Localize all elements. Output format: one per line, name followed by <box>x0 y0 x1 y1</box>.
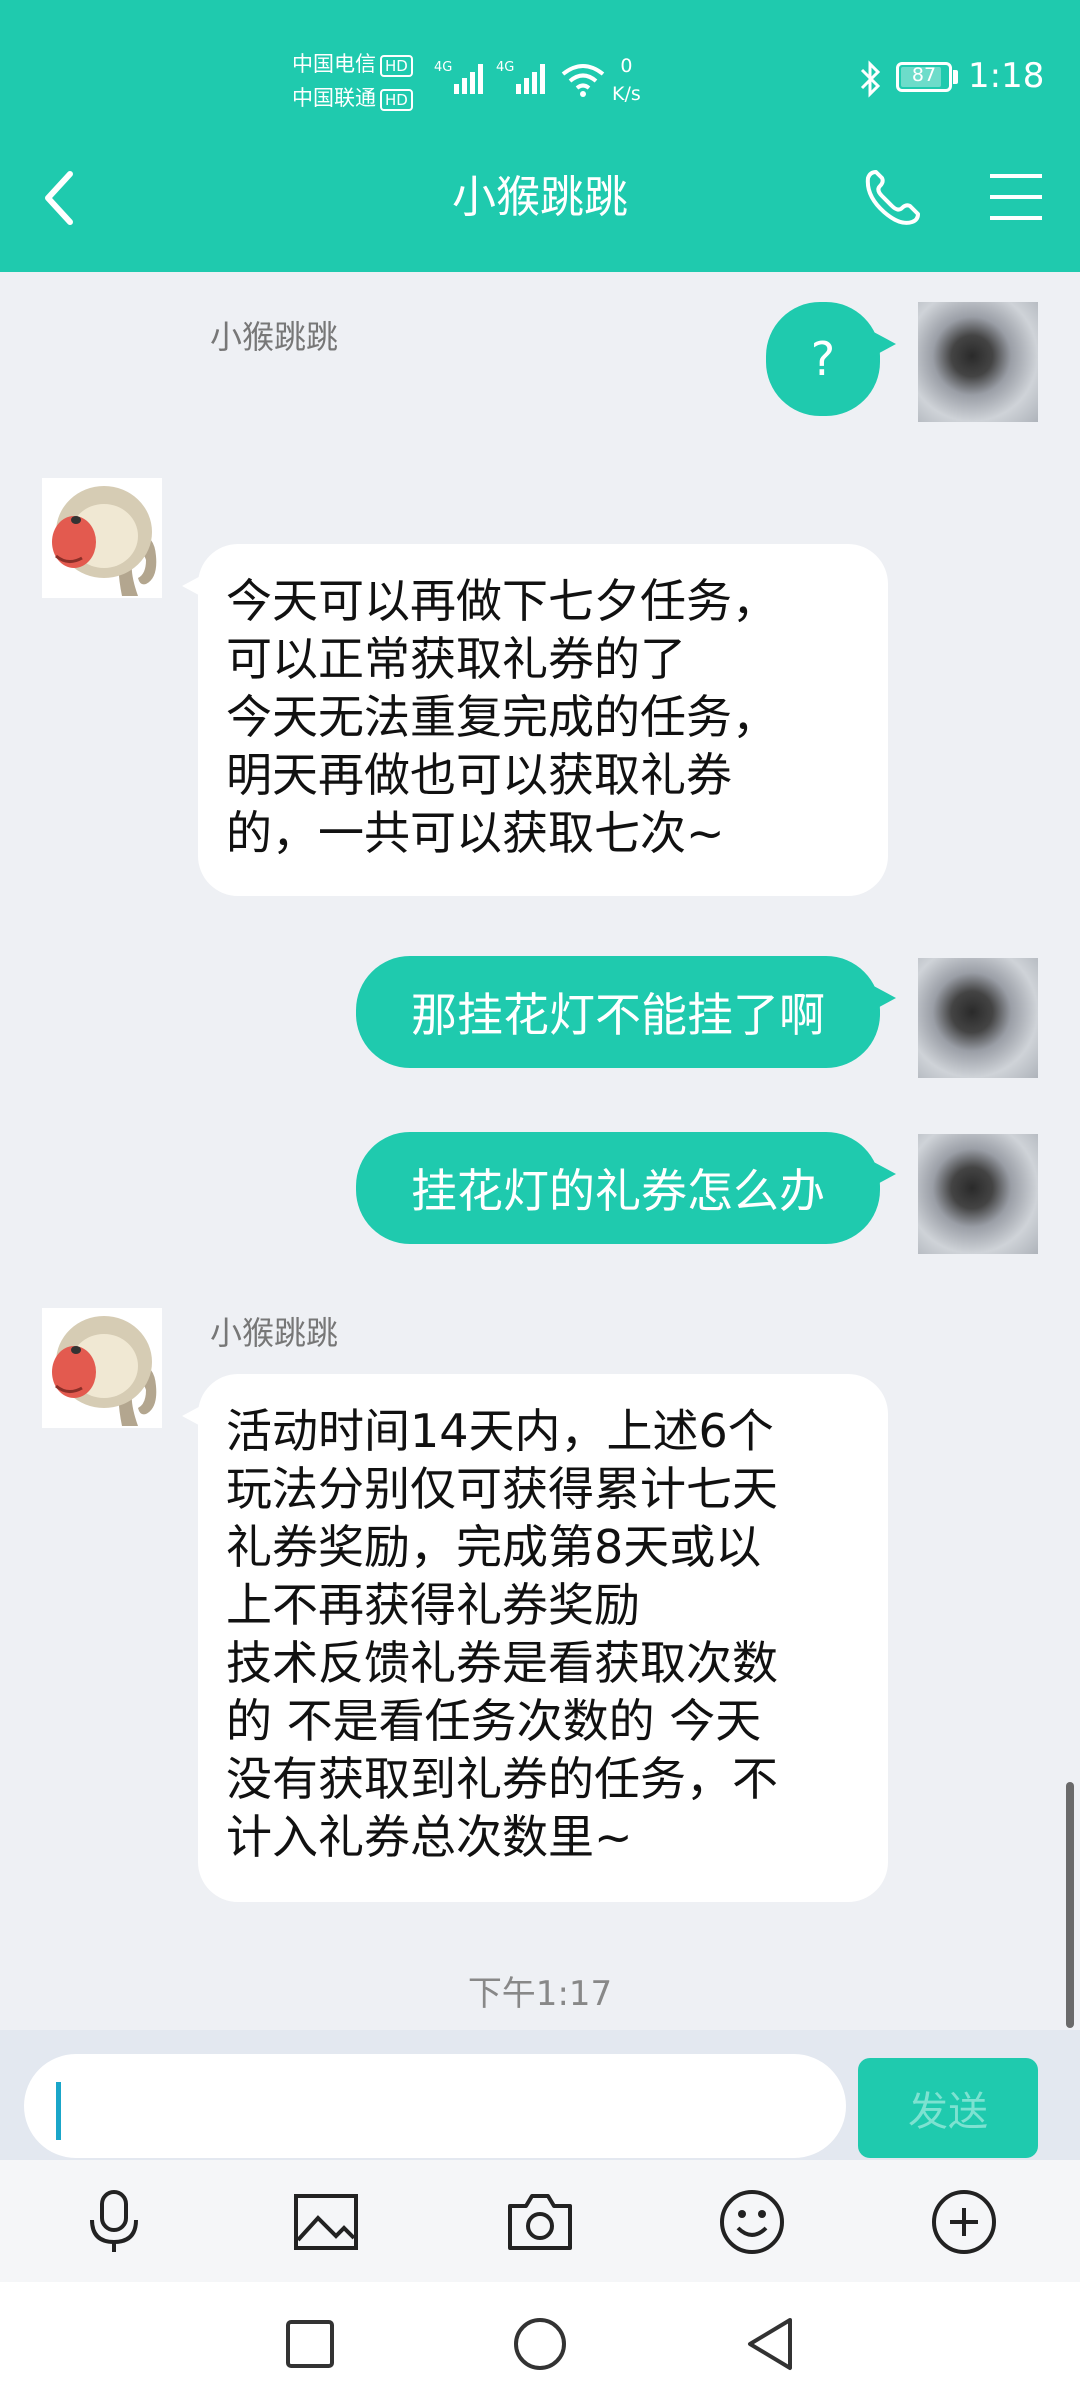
carrier-2: 中国联通 HD <box>292 82 413 112</box>
net-1-label: 4G <box>434 60 452 75</box>
carrier-1: 中国电信 HD <box>292 48 413 78</box>
monkey-icon <box>42 1308 162 1428</box>
message-text: 那挂花灯不能挂了啊 <box>411 988 825 1042</box>
message-bubble-out[interactable]: ? <box>766 302 896 416</box>
signal-2-icon: 4G <box>496 58 554 102</box>
message-bubble-in[interactable]: 今天可以再做下七夕任务， 可以正常获取礼券的了 今天无法重复完成的任务， 明天再… <box>182 544 888 896</box>
back-icon[interactable] <box>742 2316 798 2372</box>
battery-icon: 87 <box>896 62 952 92</box>
my-avatar[interactable] <box>918 1134 1038 1254</box>
battery-tip <box>953 70 958 84</box>
net-2-label: 4G <box>496 60 514 75</box>
message-bubble-out[interactable]: 那挂花灯不能挂了啊 <box>356 956 896 1068</box>
sender-name: 小猴跳跳 <box>210 1314 339 1352</box>
my-avatar[interactable] <box>918 302 1038 422</box>
text-cursor <box>56 2082 61 2140</box>
signal-1-icon: 4G <box>434 58 492 102</box>
wifi-icon <box>560 60 606 102</box>
phone-icon[interactable] <box>862 166 922 228</box>
scrollbar[interactable] <box>1066 1782 1074 2028</box>
recent-apps-icon[interactable] <box>282 2316 338 2372</box>
image-icon[interactable] <box>292 2188 360 2256</box>
hd-badge: HD <box>380 55 413 77</box>
status-bar: 中国电信 HD 中国联通 HD 4G 4G 0 K/s 87 1:18 <box>0 0 1080 150</box>
system-nav-bar <box>0 2282 1080 2400</box>
status-clock: 1:18 <box>968 56 1045 96</box>
hd-badge: HD <box>380 89 413 111</box>
input-area: 发送 <box>0 2030 1080 2160</box>
message-text: ? <box>810 332 836 386</box>
net-speed-value: 0 <box>620 55 633 77</box>
app-header: 中国电信 HD 中国联通 HD 4G 4G 0 K/s 87 1:18 小猴跳跳 <box>0 0 1080 272</box>
message-text: 挂花灯的礼券怎么办 <box>411 1164 825 1218</box>
mic-icon[interactable] <box>80 2188 148 2256</box>
carrier-2-label: 中国联通 <box>292 86 376 110</box>
chat-area[interactable]: ? 小猴跳跳 今天可以再做下七夕任务， 可以正常获取礼券的了 今天无法重复完成的… <box>0 272 1080 2030</box>
input-toolbar <box>0 2160 1080 2282</box>
bluetooth-icon <box>856 60 884 102</box>
camera-icon[interactable] <box>506 2188 574 2256</box>
contact-avatar[interactable] <box>42 478 162 598</box>
message-bubble-out[interactable]: 挂花灯的礼券怎么办 <box>356 1132 896 1244</box>
emoji-icon[interactable] <box>718 2188 786 2256</box>
monkey-icon <box>42 478 162 598</box>
my-avatar[interactable] <box>918 958 1038 1078</box>
message-input[interactable] <box>24 2054 846 2158</box>
sender-name: 小猴跳跳 <box>210 318 339 356</box>
plus-icon[interactable] <box>930 2188 998 2256</box>
message-timestamp: 下午1:17 <box>467 1974 613 2014</box>
battery-level: 87 <box>911 64 937 86</box>
contact-avatar[interactable] <box>42 1308 162 1428</box>
send-button[interactable]: 发送 <box>858 2058 1038 2158</box>
net-speed: 0 K/s <box>612 52 641 108</box>
message-bubble-in[interactable]: 活动时间14天内，上述6个 玩法分别仅可获得累计七天 礼券奖励，完成第8天或以 … <box>182 1374 888 1902</box>
home-icon[interactable] <box>512 2316 568 2372</box>
net-speed-unit: K/s <box>612 83 641 105</box>
menu-icon[interactable] <box>988 170 1044 224</box>
carrier-1-label: 中国电信 <box>292 52 376 76</box>
